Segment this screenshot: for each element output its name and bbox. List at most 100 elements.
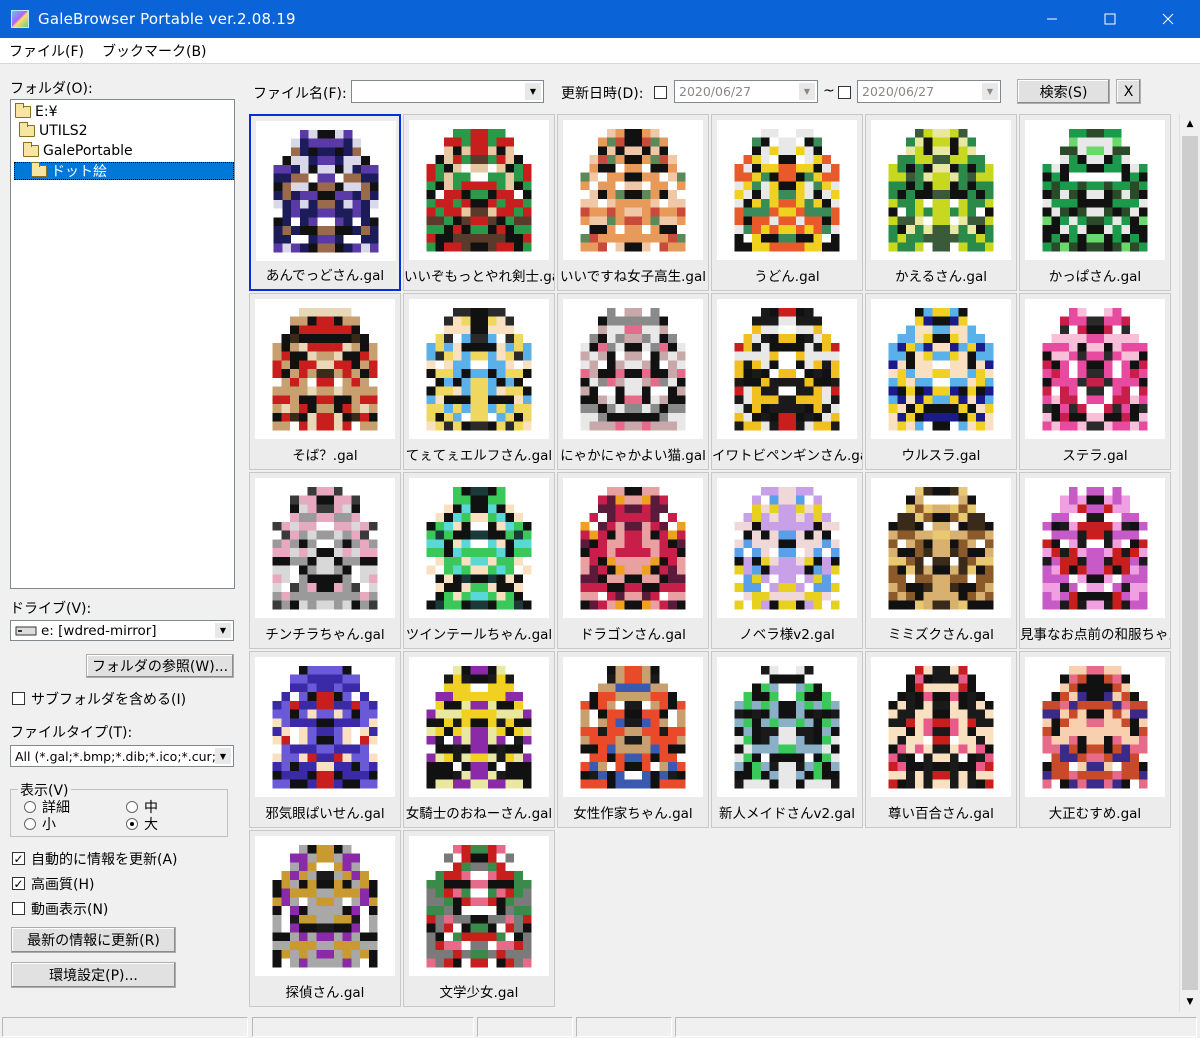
thumbnail-caption: そば？.gal bbox=[292, 448, 358, 464]
thumbnail-image bbox=[871, 299, 1011, 439]
thumbnail-item[interactable]: 探偵さん.gal bbox=[249, 830, 401, 1007]
thumbnail-image bbox=[409, 836, 549, 976]
scroll-up-button[interactable]: ▲ bbox=[1180, 114, 1200, 134]
thumbnail-item[interactable]: 新人メイドさんv2.gal bbox=[711, 651, 863, 828]
thumbnail-item[interactable]: てぇてぇエルフさん.gal bbox=[403, 293, 555, 470]
thumbnail-image bbox=[871, 478, 1011, 618]
thumbnail-image bbox=[409, 299, 549, 439]
clear-search-button[interactable]: X bbox=[1116, 79, 1141, 104]
thumbnail-image bbox=[409, 657, 549, 797]
filename-combo[interactable]: ▼ bbox=[351, 80, 544, 103]
thumbnail-caption: 尊い百合さん.gal bbox=[888, 806, 994, 822]
thumbnail-image bbox=[717, 478, 857, 618]
date-to-checkbox[interactable] bbox=[838, 86, 851, 99]
high-quality-checkbox[interactable]: ✓ bbox=[12, 877, 25, 890]
animation-checkbox[interactable] bbox=[12, 902, 25, 915]
thumbnail-caption: 大正むすめ.gal bbox=[1048, 806, 1142, 822]
status-bar bbox=[0, 1014, 1200, 1038]
auto-update-label: 自動的に情報を更新(A) bbox=[31, 852, 178, 868]
refresh-button[interactable]: 最新の情報に更新(R) bbox=[11, 927, 176, 953]
thumbnail-item[interactable]: いいですね女子高生.gal bbox=[557, 114, 709, 291]
browse-folder-button[interactable]: フォルダの参照(W)... bbox=[86, 654, 234, 678]
thumbnail-item[interactable]: ミミズクさん.gal bbox=[865, 472, 1017, 649]
thumbnail-image bbox=[717, 299, 857, 439]
settings-button[interactable]: 環境設定(P)... bbox=[11, 962, 176, 988]
thumbnail-item[interactable]: ウルスラ.gal bbox=[865, 293, 1017, 470]
thumbnail-item[interactable]: いいぞもっとやれ剣士.gal bbox=[403, 114, 555, 291]
chevron-down-icon: ▼ bbox=[215, 623, 231, 638]
thumbnail-item[interactable]: そば？.gal bbox=[249, 293, 401, 470]
menu-bookmark[interactable]: ブックマーク(B) bbox=[102, 41, 207, 61]
thumbnail-item[interactable]: あんでっどさん.gal bbox=[249, 114, 401, 291]
thumbnail-image bbox=[717, 120, 857, 260]
drive-label: ドライブ(V): bbox=[10, 601, 92, 617]
display-medium-radio[interactable] bbox=[126, 801, 138, 813]
date-to-field[interactable]: 2020/06/27 ▼ bbox=[857, 80, 1001, 103]
thumbnail-item[interactable]: ドラゴンさん.gal bbox=[557, 472, 709, 649]
thumbnail-item[interactable]: 文学少女.gal bbox=[403, 830, 555, 1007]
thumbnail-caption: 女性作家ちゃん.gal bbox=[573, 806, 693, 822]
thumbnail-caption: 見事なお点前の和服ちゃん.gal bbox=[1020, 627, 1170, 643]
thumbnail-caption: 探偵さん.gal bbox=[285, 985, 365, 1001]
folder-tree[interactable]: E:¥ UTILS2 GalePortable ドット絵 bbox=[10, 99, 235, 589]
thumbnail-item[interactable]: 女騎士のおねーさん.gal bbox=[403, 651, 555, 828]
thumbnail-image bbox=[1025, 120, 1165, 260]
filetype-label: ファイルタイプ(T): bbox=[10, 725, 133, 741]
minimize-button[interactable] bbox=[1024, 0, 1080, 38]
folder-label: フォルダ(O): bbox=[10, 81, 93, 97]
thumbnail-item[interactable]: ツインテールちゃん.gal bbox=[403, 472, 555, 649]
thumbnail-item[interactable]: 尊い百合さん.gal bbox=[865, 651, 1017, 828]
tree-item-dot-art[interactable]: ドット絵 bbox=[14, 162, 234, 180]
tree-item-galeportable[interactable]: GalePortable bbox=[23, 142, 133, 160]
thumbnail-caption: にゃかにゃかよい猫.gal bbox=[560, 448, 706, 464]
thumbnail-caption: 新人メイドさんv2.gal bbox=[719, 806, 855, 822]
menu-bar: ファイル(F) ブックマーク(B) bbox=[0, 38, 1200, 64]
maximize-button[interactable] bbox=[1082, 0, 1138, 38]
date-from-checkbox[interactable] bbox=[654, 86, 667, 99]
scroll-down-button[interactable]: ▼ bbox=[1180, 992, 1200, 1012]
date-from-field[interactable]: 2020/06/27 ▼ bbox=[674, 80, 818, 103]
display-large-radio[interactable] bbox=[126, 818, 138, 830]
thumbnail-image bbox=[871, 120, 1011, 260]
thumbnail-item[interactable]: イワトビペンギンさん.gal bbox=[711, 293, 863, 470]
thumbnail-grid[interactable]: あんでっどさん.gal いいぞもっとやれ剣士.gal いいですね女子高生.gal うど… bbox=[249, 114, 1177, 1012]
thumbnail-caption: てぇてぇエルフさん.gal bbox=[405, 448, 553, 464]
auto-update-checkbox[interactable]: ✓ bbox=[12, 852, 25, 865]
thumbnail-caption: あんでっどさん.gal bbox=[265, 268, 385, 284]
chevron-down-icon: ▼ bbox=[799, 83, 815, 100]
close-button[interactable] bbox=[1140, 0, 1196, 38]
display-small-radio[interactable] bbox=[24, 818, 36, 830]
include-subfolders-checkbox[interactable] bbox=[12, 692, 25, 705]
display-detail-radio[interactable] bbox=[24, 801, 36, 813]
scroll-thumb[interactable] bbox=[1182, 136, 1198, 990]
thumbnail-image bbox=[717, 657, 857, 797]
thumbnail-image bbox=[563, 120, 703, 260]
thumbnail-item[interactable]: 女性作家ちゃん.gal bbox=[557, 651, 709, 828]
drive-select[interactable]: e: [wdred-mirror] ▼ bbox=[10, 620, 234, 641]
vertical-scrollbar[interactable]: ▲ ▼ bbox=[1179, 114, 1200, 1012]
thumbnail-image bbox=[1025, 657, 1165, 797]
thumbnail-item[interactable]: ノベラ様v2.gal bbox=[711, 472, 863, 649]
thumbnail-item[interactable]: チンチラちゃん.gal bbox=[249, 472, 401, 649]
thumbnail-item[interactable]: ステラ.gal bbox=[1019, 293, 1171, 470]
tree-item-drive[interactable]: E:¥ bbox=[15, 103, 57, 121]
tree-item-utils2[interactable]: UTILS2 bbox=[19, 122, 88, 140]
filetype-select[interactable]: All (*.gal;*.bmp;*.dib;*.ico;*.cur;* ▼ bbox=[10, 745, 234, 767]
display-large-label: 大 bbox=[144, 817, 158, 833]
thumbnail-item[interactable]: にゃかにゃかよい猫.gal bbox=[557, 293, 709, 470]
search-button[interactable]: 検索(S) bbox=[1017, 79, 1110, 104]
thumbnail-caption: うどん.gal bbox=[754, 269, 820, 285]
title-bar: GaleBrowser Portable ver.2.08.19 bbox=[0, 0, 1200, 38]
thumbnail-item[interactable]: 大正むすめ.gal bbox=[1019, 651, 1171, 828]
thumbnail-item[interactable]: うどん.gal bbox=[711, 114, 863, 291]
thumbnail-item[interactable]: 見事なお点前の和服ちゃん.gal bbox=[1019, 472, 1171, 649]
menu-file[interactable]: ファイル(F) bbox=[9, 41, 84, 61]
thumbnail-item[interactable]: 邪気眼ぱいせん.gal bbox=[249, 651, 401, 828]
thumbnail-item[interactable]: かっぱさん.gal bbox=[1019, 114, 1171, 291]
chevron-down-icon: ▼ bbox=[525, 83, 541, 100]
include-subfolders-label: サブフォルダを含める(I) bbox=[31, 692, 187, 708]
thumbnail-image bbox=[255, 478, 395, 618]
thumbnail-item[interactable]: かえるさん.gal bbox=[865, 114, 1017, 291]
thumbnail-image bbox=[409, 478, 549, 618]
minimize-icon bbox=[1047, 18, 1057, 20]
